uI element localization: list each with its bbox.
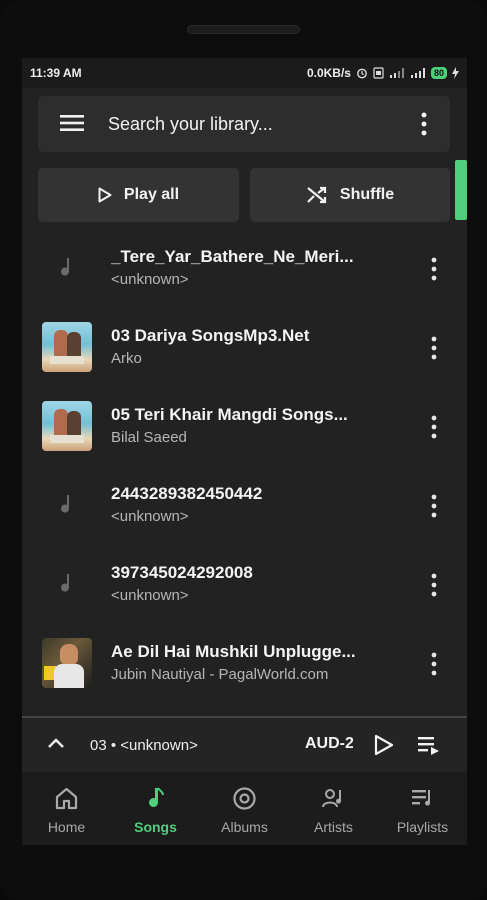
play-all-button[interactable]: Play all [38,168,239,222]
action-buttons: Play all Shuffle [38,168,450,222]
shuffle-button[interactable]: Shuffle [250,168,450,222]
phone-frame: 11:39 AM 0.0KB/s 80 Search your library.… [0,0,487,900]
sim-icon [373,67,384,79]
song-more-icon[interactable] [424,570,444,600]
song-row[interactable]: 397345024292008 <unknown> [22,546,467,624]
nav-songs[interactable]: Songs [111,772,200,845]
charging-icon [452,67,459,79]
search-bar[interactable]: Search your library... [38,96,450,152]
song-row[interactable]: _Tere_Yar_Bathere_Ne_Meri... <unknown> [22,230,467,308]
mini-player[interactable]: 03 • <unknown> AUD-2 [22,718,467,772]
nav-home[interactable]: Home [22,772,111,845]
song-row[interactable]: 05 Teri Khair Mangdi Songs... Bilal Saee… [22,388,467,466]
nav-albums-label: Albums [221,819,268,835]
song-title: 397345024292008 [111,563,253,582]
status-time: 11:39 AM [30,66,82,80]
song-more-icon[interactable] [424,412,444,442]
chevron-up-icon[interactable] [47,736,65,750]
battery-icon: 80 [430,67,447,79]
signal-icon [389,68,404,78]
status-bar: 11:39 AM 0.0KB/s 80 [22,58,467,88]
play-icon[interactable] [374,734,394,756]
home-icon [55,787,78,810]
bottom-navigation: Home Songs Albums Artists Playlists [22,772,467,845]
song-row[interactable]: Ae Dil Hai Mushkil Unplugge... Jubin Nau… [22,625,467,703]
song-title: Ae Dil Hai Mushkil Unplugge... [111,642,356,661]
music-note-icon [61,495,70,513]
signal-icon-2 [410,68,425,78]
alarm-icon [357,68,367,79]
song-art-placeholder [42,559,92,609]
menu-icon[interactable] [60,113,84,133]
song-more-icon[interactable] [424,333,444,363]
song-row[interactable]: 2443289382450442 <unknown> [22,467,467,545]
song-artist: Jubin Nautiyal - PagalWorld.com [111,666,329,683]
nav-albums[interactable]: Albums [200,772,289,845]
music-note-icon [61,574,70,592]
song-art-placeholder [42,243,92,293]
song-title: 2443289382450442 [111,484,263,503]
nav-artists[interactable]: Artists [289,772,378,845]
song-more-icon[interactable] [424,649,444,679]
song-artist: <unknown> [111,508,189,525]
song-more-icon[interactable] [424,254,444,284]
nav-playlists-label: Playlists [396,819,449,835]
song-title: 03 Dariya SongsMp3.Net [111,326,310,345]
music-note-icon [149,787,164,808]
song-artist: Arko [111,350,142,367]
album-art [42,401,92,451]
scrollbar-thumb[interactable] [455,160,467,220]
now-playing-title: AUD-2 [305,735,353,752]
queue-icon[interactable] [418,735,440,755]
now-playing-subtitle: 03 • <unknown> [90,737,198,754]
more-options-icon[interactable] [414,111,434,137]
status-indicators: 0.0KB/s 80 [307,66,459,80]
song-artist: Bilal Saeed [111,429,187,446]
nav-playlists[interactable]: Playlists [378,772,467,845]
song-more-icon[interactable] [424,491,444,521]
album-art [42,638,92,688]
play-icon [98,187,112,203]
song-art-placeholder [42,480,92,530]
nav-artists-label: Artists [314,819,353,835]
nav-songs-label: Songs [134,819,177,835]
song-row[interactable]: 03 Dariya SongsMp3.Net Arko [22,309,467,387]
song-artist: <unknown> [111,587,189,604]
playlist-icon [412,790,431,806]
song-title: _Tere_Yar_Bathere_Ne_Meri... [111,247,354,266]
song-title: 05 Teri Khair Mangdi Songs... [111,405,348,424]
song-artist: <unknown> [111,271,189,288]
album-art [42,322,92,372]
artist-icon [322,789,342,808]
shuffle-label: Shuffle [339,186,395,203]
shuffle-icon [307,186,326,204]
search-input[interactable]: Search your library... [108,114,273,135]
speaker-grille [187,25,300,34]
play-all-label: Play all [123,186,180,203]
app-screen: 11:39 AM 0.0KB/s 80 Search your library.… [22,58,467,845]
album-icon [233,787,256,810]
music-note-icon [61,258,70,276]
nav-home-label: Home [47,819,86,835]
network-speed: 0.0KB/s [306,66,351,80]
